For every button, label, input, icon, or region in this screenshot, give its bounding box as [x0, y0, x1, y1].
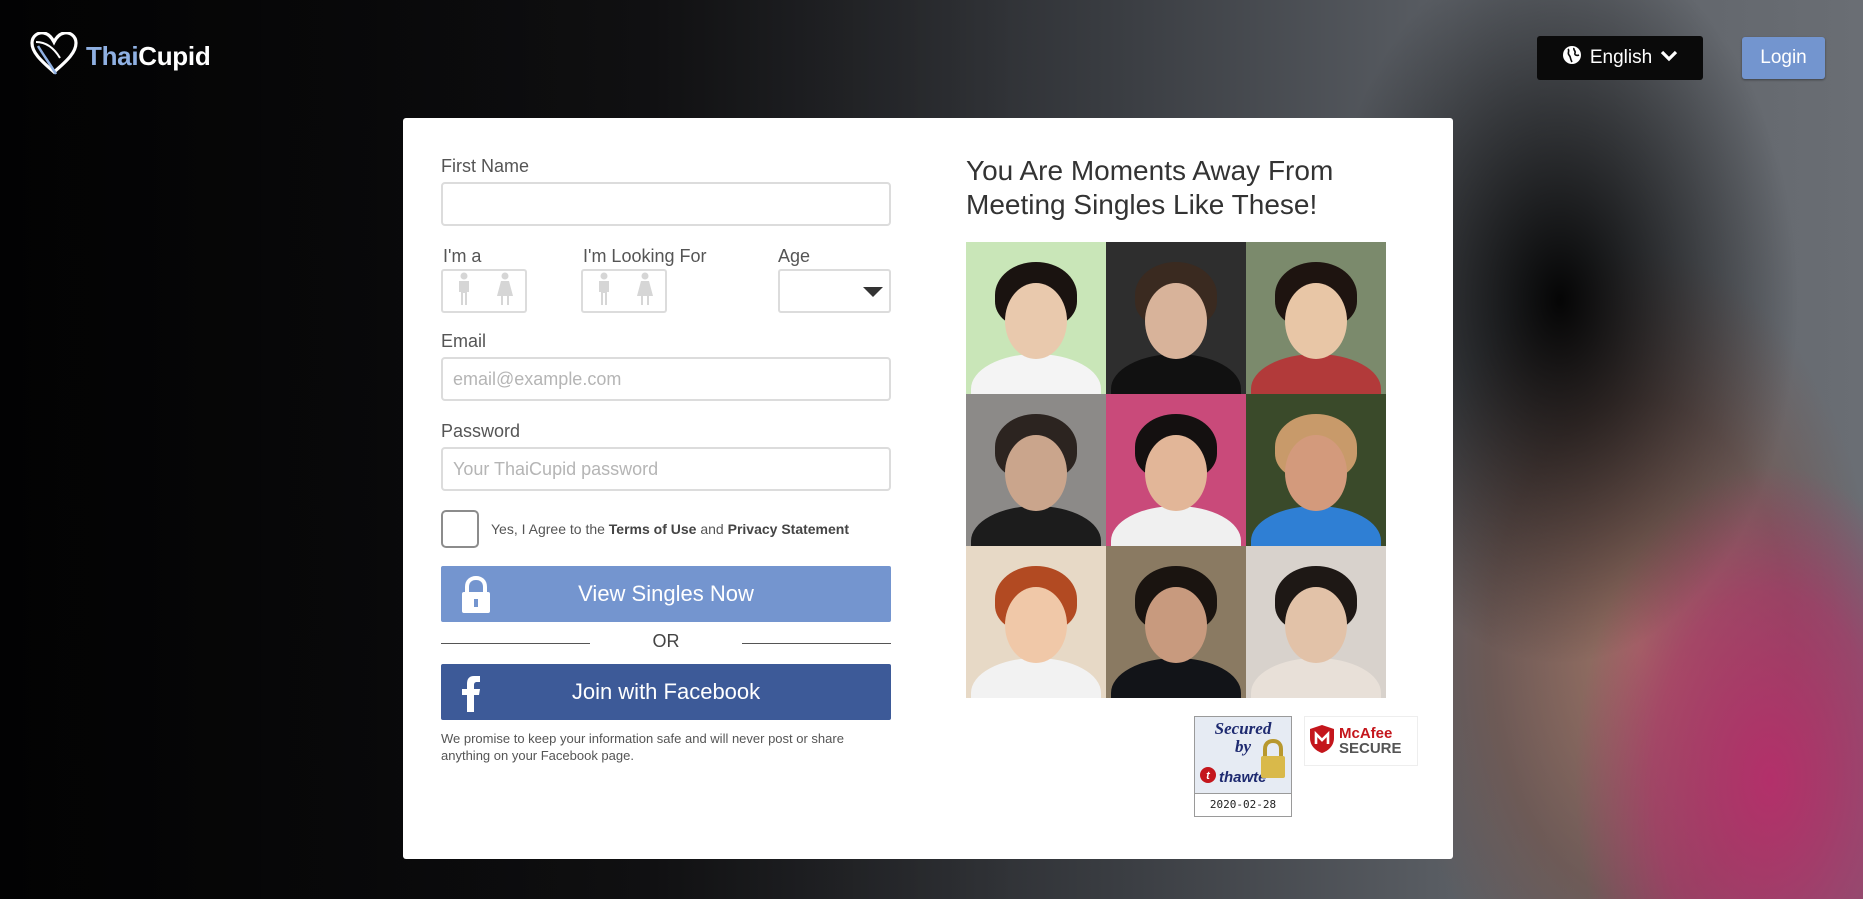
facebook-join-label: Join with Facebook [571, 679, 761, 704]
female-icon [496, 272, 514, 311]
profile-photo-6[interactable] [1246, 394, 1386, 546]
looking-for-female-option[interactable] [624, 271, 665, 311]
password-label: Password [441, 421, 521, 441]
logo-text-thai: Thai [86, 41, 139, 71]
photo-face [1285, 283, 1347, 360]
looking-for-male-option[interactable] [583, 271, 624, 311]
logo-text: ThaiCupid [86, 41, 211, 72]
terms-checkbox[interactable] [441, 510, 479, 548]
male-icon [597, 272, 611, 311]
im-a-gender-picker [441, 269, 527, 313]
padlock-icon [1259, 738, 1287, 784]
terms-prefix: Yes, I Agree to the [491, 521, 609, 537]
thawte-brand: t thawte [1199, 766, 1267, 789]
thawte-security-badge[interactable]: Secured by t thawte 2020-02-28 [1194, 716, 1292, 817]
globe-icon [1562, 45, 1582, 71]
language-label: English [1589, 47, 1653, 68]
age-select[interactable] [778, 269, 891, 313]
photo-body [1251, 354, 1381, 394]
lock-icon [459, 575, 493, 620]
terms-and: and [696, 521, 728, 537]
caret-down-icon [863, 287, 883, 297]
profile-photo-5[interactable] [1106, 394, 1246, 546]
photo-face [1005, 587, 1067, 664]
chevron-down-icon [1660, 47, 1678, 69]
facebook-icon [459, 674, 483, 718]
password-input[interactable] [441, 447, 891, 491]
photo-body [1111, 506, 1241, 546]
photo-face [1145, 283, 1207, 360]
photo-body [971, 658, 1101, 698]
photo-face [1005, 283, 1067, 360]
photo-face [1005, 435, 1067, 512]
im-a-label: I'm a [443, 246, 482, 266]
profile-photo-7[interactable] [966, 546, 1106, 698]
terms-text: Yes, I Agree to the Terms of Use and Pri… [491, 521, 849, 537]
photo-body [971, 506, 1101, 546]
photo-body [1111, 658, 1241, 698]
privacy-statement-link[interactable]: Privacy Statement [728, 521, 849, 537]
view-singles-button[interactable]: View Singles Now [441, 566, 891, 622]
photo-body [1111, 354, 1241, 394]
photo-body [1251, 506, 1381, 546]
signup-card: First Name I'm a I'm Looking For Age Ema… [403, 118, 1453, 859]
privacy-promise-text: We promise to keep your information safe… [441, 731, 844, 763]
thawte-date: 2020-02-28 [1195, 793, 1291, 816]
or-divider: OR [441, 631, 891, 655]
heart-logo-icon [30, 31, 78, 81]
looking-for-label: I'm Looking For [583, 246, 707, 266]
profile-photo-4[interactable] [966, 394, 1106, 546]
or-text: OR [652, 631, 680, 651]
male-icon [457, 272, 471, 311]
mcafee-secure-text: SECURE [1339, 740, 1402, 757]
email-input[interactable] [441, 357, 891, 401]
profile-photo-8[interactable] [1106, 546, 1246, 698]
photo-body [971, 354, 1101, 394]
singles-photo-grid [966, 242, 1386, 698]
photo-face [1285, 587, 1347, 664]
profile-photo-1[interactable] [966, 242, 1106, 394]
photo-body [1251, 658, 1381, 698]
thawte-secured-text: Secured [1214, 719, 1272, 738]
im-a-female-option[interactable] [484, 271, 525, 311]
mcafee-brand-text: McAfee [1339, 725, 1393, 742]
login-button[interactable]: Login [1742, 37, 1825, 79]
female-icon [636, 272, 654, 311]
looking-for-gender-picker [581, 269, 667, 313]
profile-photo-3[interactable] [1246, 242, 1386, 394]
promo-heading: You Are Moments Away From Meeting Single… [966, 155, 1334, 220]
terms-of-use-link[interactable]: Terms of Use [609, 521, 697, 537]
mcafee-text: McAfee SECURE [1339, 726, 1402, 756]
or-line-right [742, 643, 891, 644]
mcafee-shield-icon [1309, 724, 1335, 759]
logo-text-cupid: Cupid [138, 41, 211, 71]
age-label: Age [778, 246, 811, 266]
facebook-join-button[interactable]: Join with Facebook [441, 664, 891, 720]
view-singles-label: View Singles Now [578, 581, 754, 606]
profile-photo-9[interactable] [1246, 546, 1386, 698]
email-label: Email [441, 331, 487, 351]
photo-face [1145, 435, 1207, 512]
site-logo[interactable]: ThaiCupid [30, 31, 211, 81]
photo-face [1145, 587, 1207, 664]
photo-face [1285, 435, 1347, 512]
first-name-label: First Name [441, 156, 530, 176]
mcafee-secure-badge[interactable]: McAfee SECURE [1304, 716, 1418, 766]
thawte-seal: Secured by t thawte [1195, 717, 1291, 793]
thawte-logo-icon: t [1199, 766, 1217, 789]
profile-photo-2[interactable] [1106, 242, 1246, 394]
first-name-input[interactable] [441, 182, 891, 226]
im-a-male-option[interactable] [443, 271, 484, 311]
language-selector[interactable]: English [1537, 36, 1703, 80]
